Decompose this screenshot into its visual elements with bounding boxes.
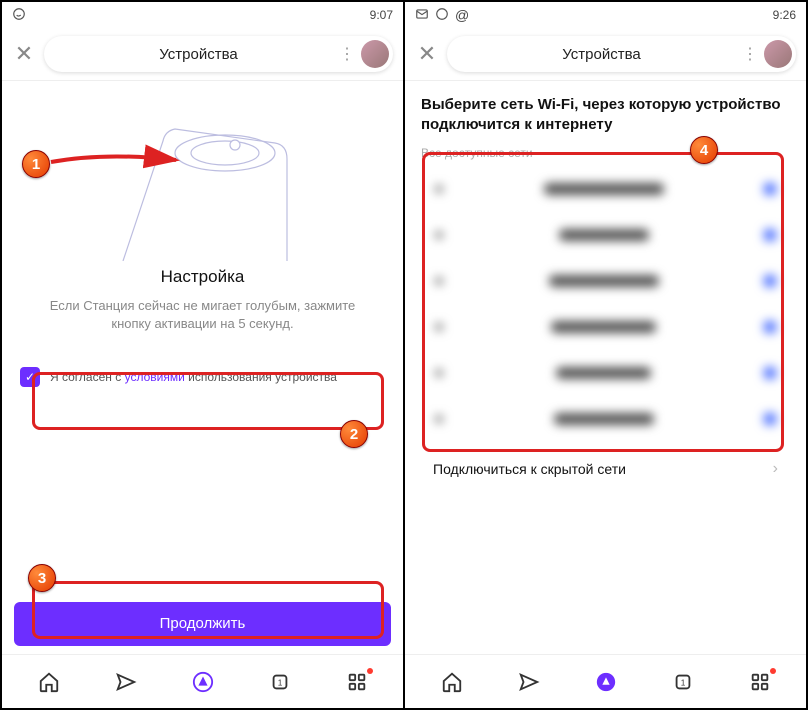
header-pill[interactable]: Устройства ⋮ (44, 36, 393, 72)
consent-checkbox[interactable]: ✓ (20, 367, 40, 387)
content-right: Выберите сеть Wi-Fi, через которую устро… (405, 81, 806, 654)
nav-home-icon[interactable] (37, 670, 61, 694)
continue-button[interactable]: Продолжить (14, 602, 391, 646)
header-title: Устройства (562, 46, 640, 63)
phone-right: @ 9:26 ✕ Устройства ⋮ Выберите сеть Wi-F… (405, 2, 806, 708)
status-time: 9:26 (773, 8, 796, 22)
menu-dots-icon[interactable]: ⋮ (339, 44, 355, 64)
consent-text: Я согласен с условиями использования уст… (50, 370, 337, 384)
at-icon: @ (455, 7, 469, 24)
setup-title: Настройка (16, 267, 389, 287)
badge-dot-icon (770, 668, 776, 674)
status-bar: @ 9:26 (405, 2, 806, 28)
wifi-list (419, 166, 792, 442)
whatsapp-icon (435, 7, 449, 24)
wifi-row[interactable] (419, 304, 792, 350)
callout-marker-1: 1 (22, 150, 50, 178)
close-icon[interactable]: ✕ (12, 41, 36, 67)
nav-alice-icon[interactable] (594, 670, 618, 694)
status-bar: 9:07 (2, 2, 403, 28)
consent-row[interactable]: ✓ Я согласен с условиями использования у… (16, 353, 389, 401)
nav-home-icon[interactable] (440, 670, 464, 694)
wifi-heading: Выберите сеть Wi-Fi, через которую устро… (419, 91, 792, 146)
wifi-sublabel: Все доступные сети (419, 146, 792, 166)
wifi-row[interactable] (419, 350, 792, 396)
wifi-row[interactable] (419, 396, 792, 442)
svg-text:1: 1 (277, 678, 282, 687)
wifi-row[interactable] (419, 166, 792, 212)
terms-link[interactable]: условиями (125, 370, 185, 384)
wifi-row[interactable] (419, 258, 792, 304)
badge-dot-icon (367, 668, 373, 674)
callout-marker-3: 3 (28, 564, 56, 592)
avatar[interactable] (361, 40, 389, 68)
menu-dots-icon[interactable]: ⋮ (742, 44, 758, 64)
callout-marker-2: 2 (340, 420, 368, 448)
header: ✕ Устройства ⋮ (2, 28, 403, 81)
avatar[interactable] (764, 40, 792, 68)
callout-arrow-1 (46, 142, 186, 192)
callout-marker-4: 4 (690, 136, 718, 164)
chevron-right-icon: › (773, 460, 778, 478)
bottom-nav: 1 (2, 654, 403, 708)
setup-desc: Если Станция сейчас не мигает голубым, з… (16, 297, 389, 333)
phone-left: 9:07 ✕ Устройства ⋮ Нас (2, 2, 403, 708)
nav-tabs-icon[interactable]: 1 (671, 670, 695, 694)
nav-services-icon[interactable] (345, 670, 369, 694)
nav-send-icon[interactable] (114, 670, 138, 694)
whatsapp-icon (12, 7, 26, 24)
nav-send-icon[interactable] (517, 670, 541, 694)
status-time: 9:07 (370, 8, 393, 22)
bottom-nav: 1 (405, 654, 806, 708)
header-pill[interactable]: Устройства ⋮ (447, 36, 796, 72)
svg-text:1: 1 (680, 678, 685, 687)
close-icon[interactable]: ✕ (415, 41, 439, 67)
hidden-network-row[interactable]: Подключиться к скрытой сети › (419, 442, 792, 496)
nav-services-icon[interactable] (748, 670, 772, 694)
header-title: Устройства (159, 46, 237, 63)
nav-tabs-icon[interactable]: 1 (268, 670, 292, 694)
header: ✕ Устройства ⋮ (405, 28, 806, 81)
mail-icon (415, 7, 429, 24)
nav-alice-icon[interactable] (191, 670, 215, 694)
wifi-row[interactable] (419, 212, 792, 258)
